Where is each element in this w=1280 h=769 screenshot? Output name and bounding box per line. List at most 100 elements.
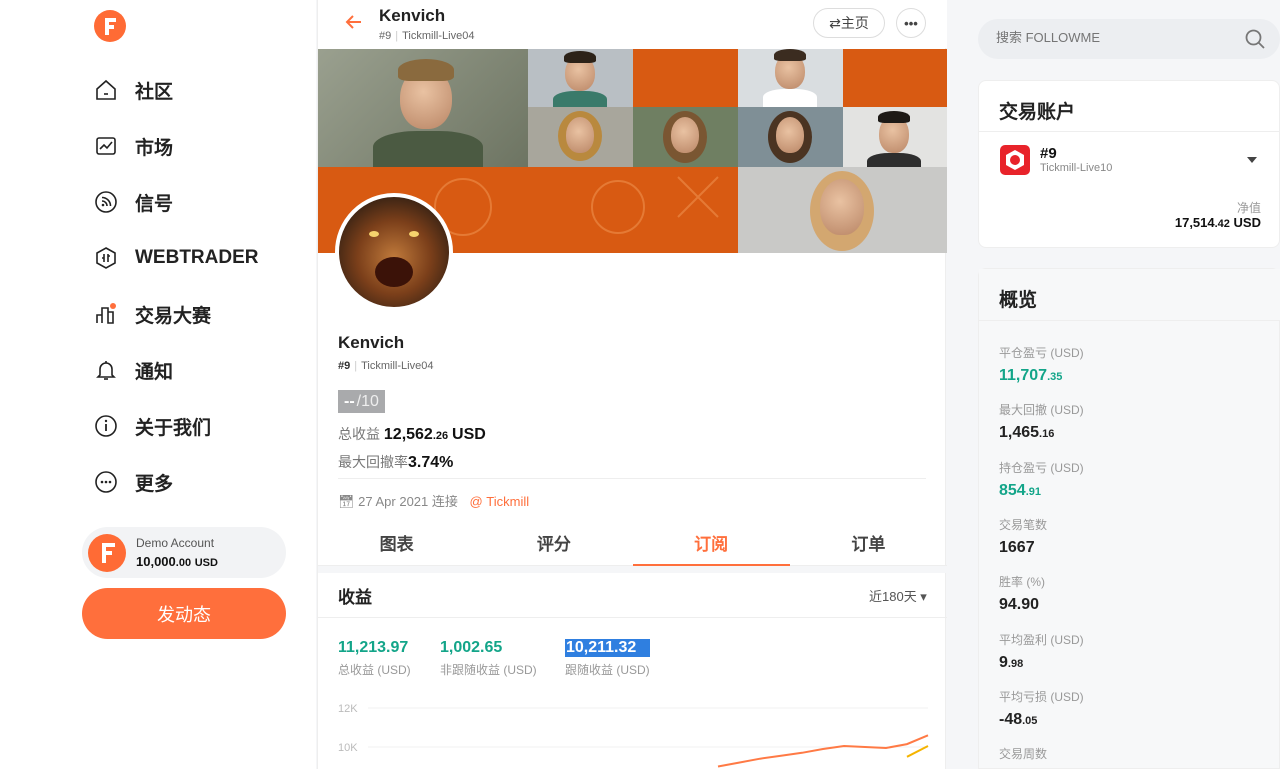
overview-item-value: 1667	[999, 539, 1047, 557]
face-shape	[776, 117, 804, 153]
top-bar: Kenvich #9 | Tickmill-Live04 ⇄主页 •••	[318, 0, 947, 48]
info-icon	[94, 414, 118, 438]
divider	[318, 617, 947, 618]
demo-balance-dec: .00	[175, 557, 192, 569]
overview-item: 交易笔数 1667	[999, 516, 1047, 557]
tab-subscription[interactable]: 订阅	[632, 520, 791, 566]
profile-avatar[interactable]	[335, 193, 453, 311]
kpi-label: 总收益 (USD)	[338, 663, 411, 677]
contest-icon	[94, 302, 118, 326]
banner-orange-tile	[843, 49, 947, 107]
demo-balance-main: 10,000	[136, 554, 176, 569]
tab-rating[interactable]: 评分	[475, 520, 632, 565]
joined-date: 27 Apr 2021 连接	[358, 494, 458, 509]
total-profit-label: 总收益	[338, 426, 380, 442]
nav-label: 市场	[135, 137, 174, 159]
overview-value-main: 9	[999, 653, 1008, 671]
back-arrow-icon[interactable]	[343, 11, 365, 33]
banner-photo	[738, 107, 843, 167]
separator: |	[395, 30, 399, 42]
overview-item-value: 854.91	[999, 482, 1084, 500]
net-value-label: 净值	[1236, 201, 1261, 215]
nav-item-signal[interactable]: 信号	[94, 187, 173, 217]
nav-item-market[interactable]: 市场	[94, 131, 173, 161]
search-bar	[978, 19, 1280, 59]
banner-photo	[528, 107, 633, 167]
followme-logo[interactable]	[94, 10, 126, 42]
y-tick-label: 10K	[338, 742, 358, 754]
nav-label: 关于我们	[135, 417, 212, 439]
logo-f-icon	[102, 543, 115, 563]
net-value-main: 17,514	[1174, 215, 1215, 230]
series-line	[906, 745, 929, 758]
hair-shape	[564, 51, 596, 63]
demo-avatar	[88, 534, 126, 572]
tab-chart[interactable]: 图表	[318, 520, 475, 565]
overview-item-label: 交易笔数	[999, 517, 1048, 532]
account-dropdown-icon[interactable]	[1247, 157, 1257, 163]
avatar-mouth	[375, 257, 413, 287]
home-icon	[94, 78, 118, 102]
account-rank: #9	[1040, 145, 1057, 162]
net-value-dec: .42	[1214, 218, 1230, 230]
overview-item: 平均盈利 (USD) 9.98	[999, 631, 1084, 672]
overview-item-label: 平仓盈亏 (USD)	[999, 346, 1084, 360]
overview-item: 胜率 (%) 94.90	[999, 573, 1045, 614]
score-max: /10	[356, 392, 379, 410]
banner-photo	[633, 107, 738, 167]
nav-label: 社区	[135, 81, 174, 103]
kpi-total: 11,213.97 总收益 (USD)	[338, 639, 411, 678]
hair-shape	[398, 59, 454, 81]
overview-item-value: 11,707.35	[999, 367, 1084, 385]
total-profit-dec: .26	[432, 430, 449, 442]
nav-item-contest[interactable]: 交易大赛	[94, 299, 211, 329]
overview-item-label: 胜率 (%)	[999, 575, 1045, 590]
tab-orders[interactable]: 订单	[790, 520, 947, 565]
demo-account-card[interactable]: Demo Account 10,000.00 USD	[82, 527, 286, 578]
nav-item-notifications[interactable]: 通知	[94, 355, 173, 385]
nav-item-community[interactable]: 社区	[94, 75, 173, 105]
nav-item-more[interactable]: 更多	[94, 467, 173, 497]
face-shape	[820, 179, 864, 235]
divider	[338, 478, 926, 479]
nav-item-webtrader[interactable]: WEBTRADER	[94, 243, 259, 273]
more-options-button[interactable]: •••	[896, 8, 926, 38]
nav-item-about[interactable]: 关于我们	[94, 411, 211, 441]
series-line	[717, 734, 929, 768]
home-button[interactable]: ⇄主页	[813, 8, 885, 38]
more-icon	[94, 470, 118, 494]
search-icon[interactable]	[1244, 28, 1266, 50]
shirt-shape	[763, 89, 817, 107]
broker-link[interactable]: @ Tickmill	[470, 494, 530, 509]
search-input[interactable]	[996, 30, 1216, 45]
profile-main: Kenvich #9 | Tickmill-Live04 ⇄主页 ••• Ken…	[317, 0, 947, 769]
header-account: #9 | Tickmill-Live04	[379, 30, 474, 42]
overview-value-main: 1,465	[999, 424, 1040, 442]
profile-server: Tickmill-Live04	[361, 360, 434, 372]
total-profit-unit: USD	[452, 426, 486, 443]
score-value: --	[344, 392, 355, 410]
face-shape	[671, 117, 699, 153]
net-value-unit: USD	[1233, 215, 1261, 230]
period-dropdown[interactable]: 近180天 ▾	[869, 586, 927, 605]
nav-label: 交易大赛	[135, 305, 212, 327]
webtrader-icon	[94, 246, 118, 270]
card-title: 交易账户	[999, 102, 1076, 123]
overview-item: 平均亏损 (USD) -48.05	[999, 688, 1084, 729]
divider	[979, 131, 1280, 132]
account-server: Tickmill-Live10	[1040, 162, 1113, 174]
avatar-eye	[369, 231, 379, 237]
broker-logo-icon	[1000, 145, 1030, 175]
hair-shape	[774, 49, 806, 61]
demo-account-balance: 10,000.00 USD	[136, 554, 218, 569]
shirt-shape	[867, 153, 921, 167]
score-badge: --/10	[338, 390, 385, 413]
net-value: 17,514.42 USD	[1175, 215, 1261, 230]
kpi-value: 10,211.32	[565, 639, 650, 657]
earnings-chart: 12K 10K	[338, 703, 929, 768]
overview-value-main: 11,707	[999, 367, 1048, 384]
overview-card: 概览 平仓盈亏 (USD) 11,707.35 最大回撤 (USD) 1,465.16…	[978, 268, 1280, 769]
post-button[interactable]: 发动态	[82, 588, 286, 639]
profile-rank: #9	[338, 360, 351, 372]
calendar-icon: 📅︎	[338, 494, 355, 509]
